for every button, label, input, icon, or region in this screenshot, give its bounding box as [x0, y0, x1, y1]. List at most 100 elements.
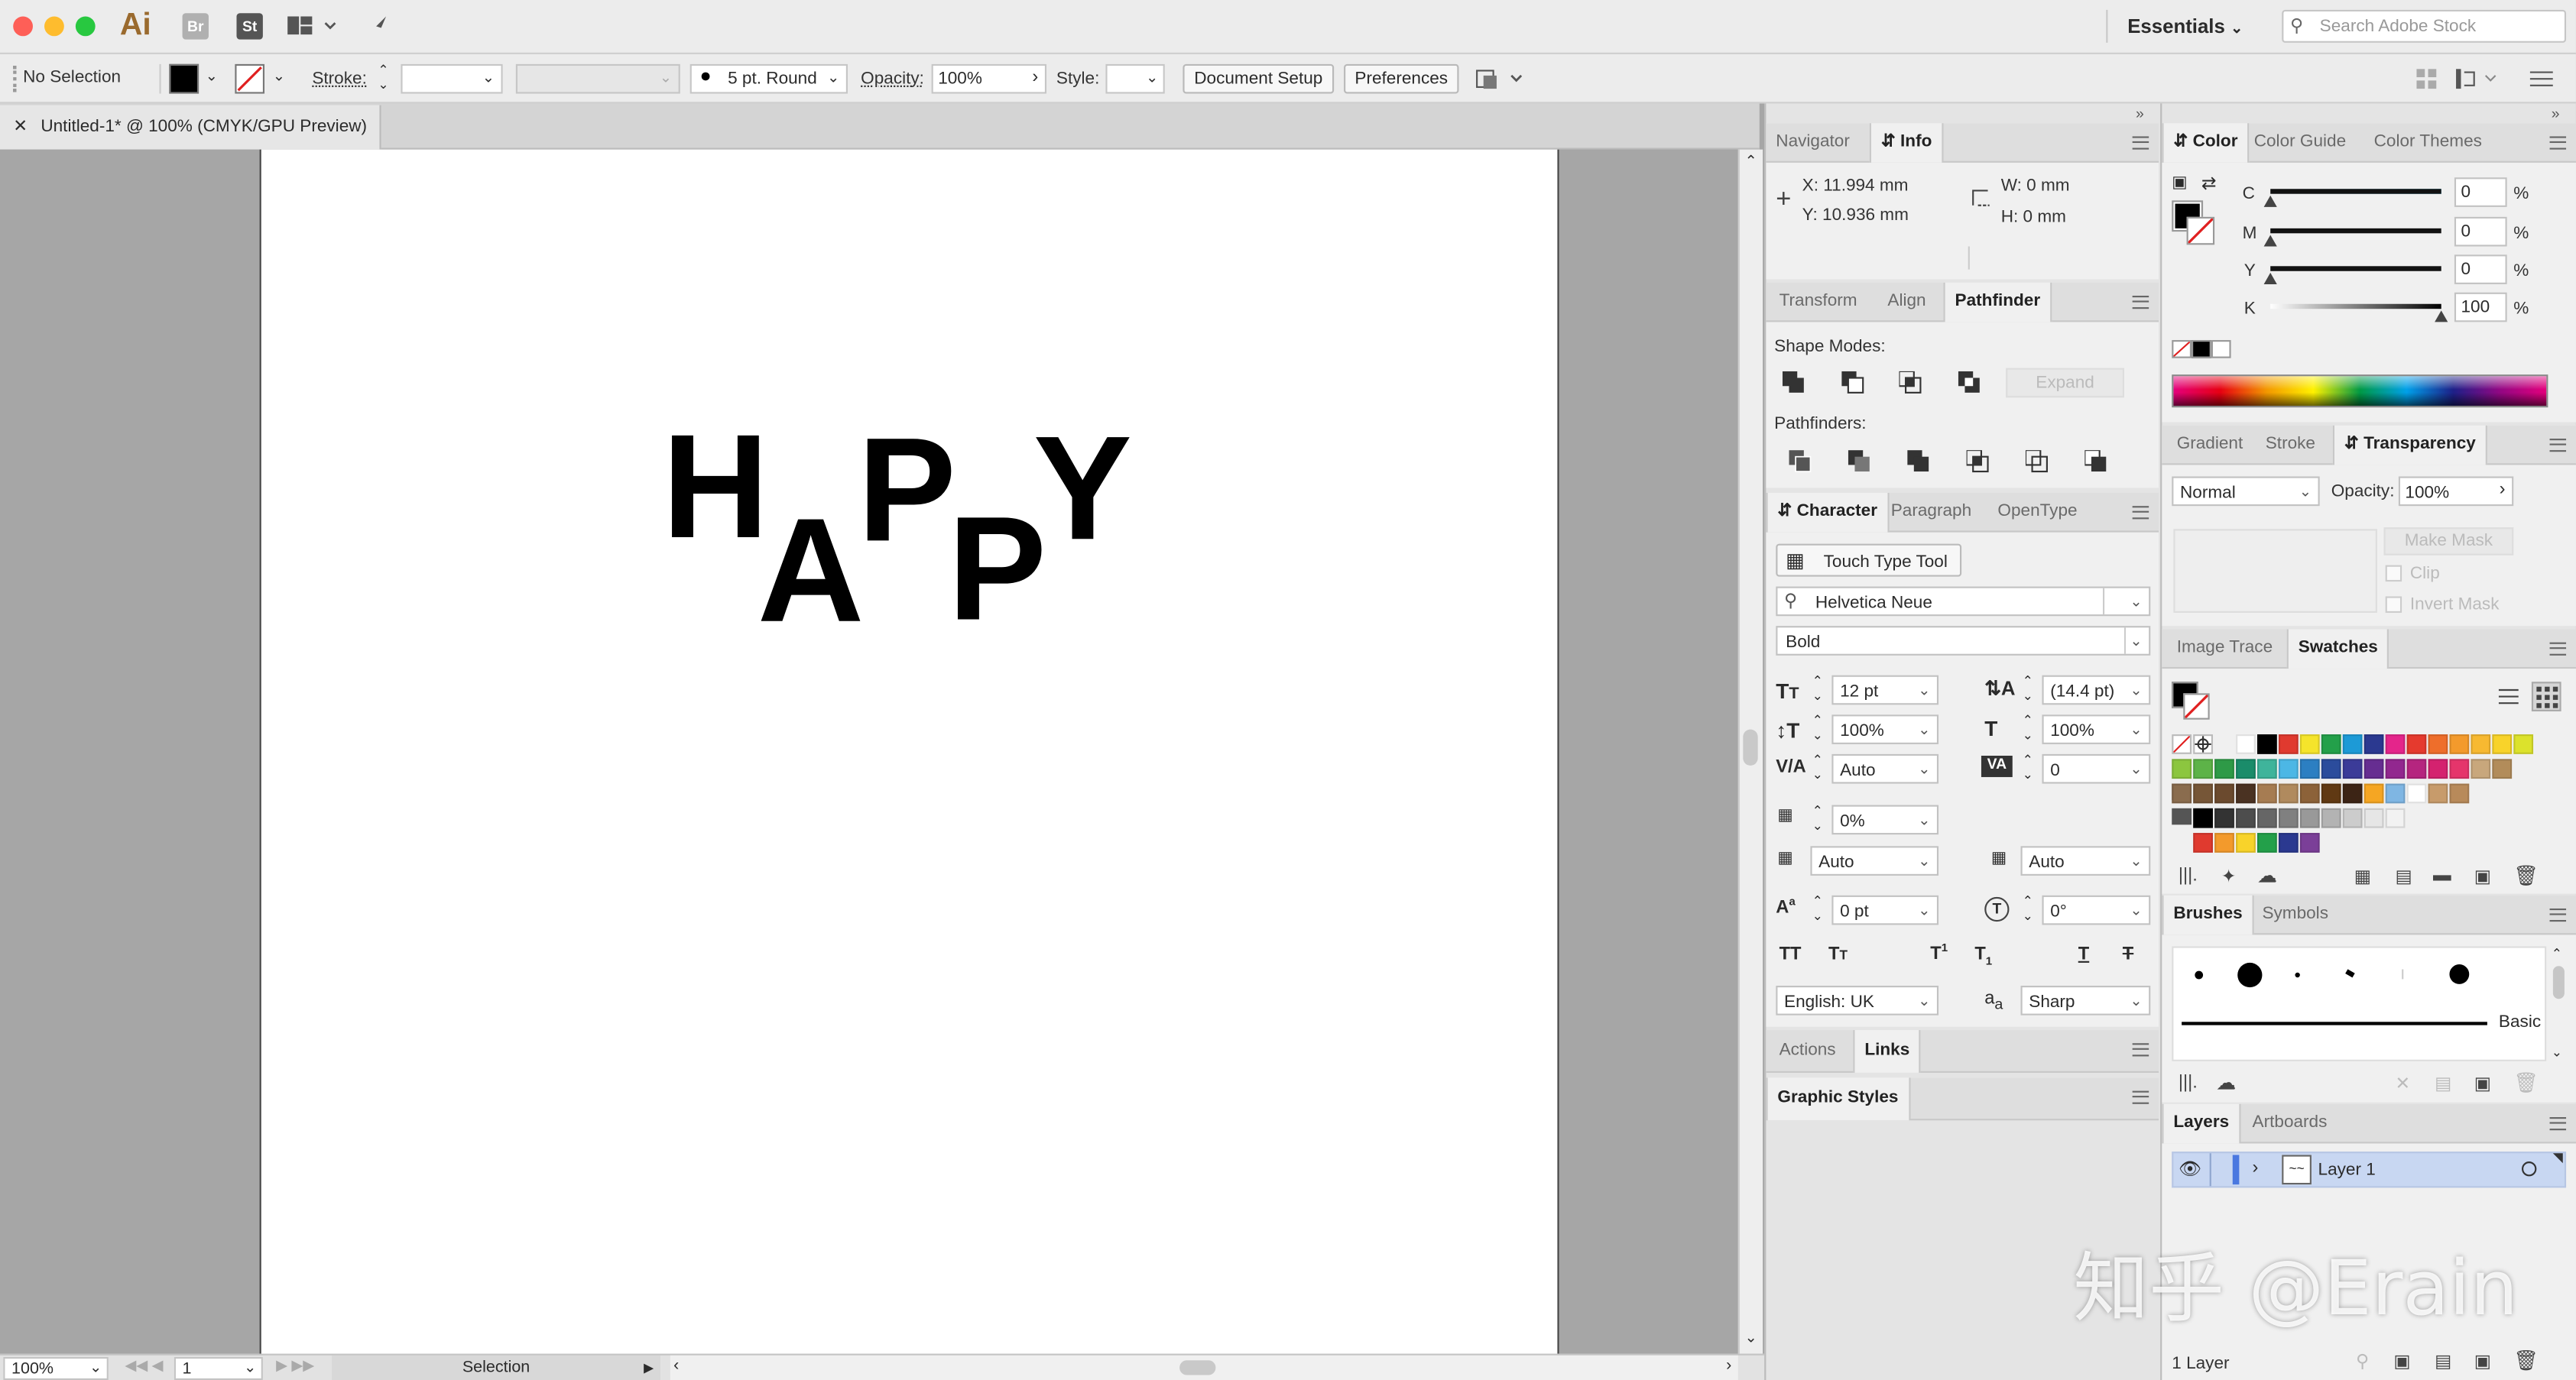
- y-value[interactable]: 0: [2461, 260, 2471, 280]
- stock-search-input[interactable]: ⚲ Search Adobe Stock: [2282, 9, 2567, 43]
- color-swatch[interactable]: [2299, 808, 2320, 828]
- tab-links[interactable]: Links: [1853, 1030, 1922, 1073]
- chevron-down-icon[interactable]: ⌄: [206, 67, 218, 86]
- expand-button[interactable]: Expand: [2006, 368, 2124, 398]
- grid-view-icon[interactable]: [2531, 682, 2561, 711]
- aki-left-dropdown[interactable]: Auto ⌄: [1810, 846, 1939, 876]
- tsume-field[interactable]: 0% ⌄: [1831, 805, 1939, 835]
- color-swatch[interactable]: [2236, 734, 2256, 754]
- registration-swatch[interactable]: [2193, 734, 2213, 754]
- color-swatch[interactable]: [2214, 783, 2234, 804]
- color-swatch[interactable]: [2299, 759, 2320, 779]
- brush-preset[interactable]: [2195, 970, 2204, 980]
- scroll-thumb[interactable]: [1743, 729, 1758, 766]
- zoom-field[interactable]: 100% ⌄: [3, 1356, 109, 1380]
- align-icon[interactable]: [2415, 67, 2438, 96]
- color-swatch[interactable]: [2471, 759, 2491, 779]
- exclude-icon[interactable]: [1958, 371, 1981, 400]
- color-swatch[interactable]: [2428, 734, 2448, 754]
- target-icon[interactable]: [2522, 1161, 2537, 1177]
- preferences-button[interactable]: Preferences: [1344, 63, 1459, 94]
- color-swatch[interactable]: [2385, 783, 2406, 804]
- intersect-icon[interactable]: [1898, 370, 1922, 400]
- color-swatch[interactable]: [2449, 734, 2470, 754]
- brush-preset[interactable]: [2402, 969, 2404, 980]
- black-swatch[interactable]: [2192, 340, 2211, 358]
- new-group-icon[interactable]: ▬: [2433, 866, 2451, 886]
- artboard[interactable]: H A P P Y: [259, 149, 1559, 1354]
- horizontal-scale-field[interactable]: 100% ⌄: [2042, 714, 2151, 744]
- strikethrough-icon[interactable]: T: [2123, 944, 2133, 964]
- color-swatch[interactable]: [2321, 759, 2341, 779]
- horizontal-scrollbar[interactable]: ‹ ›: [670, 1355, 1738, 1380]
- color-swatch[interactable]: [2428, 783, 2448, 804]
- brush-preset[interactable]: [2449, 964, 2470, 984]
- color-swatch[interactable]: [2342, 734, 2363, 754]
- current-tool-status[interactable]: Selection ▶: [332, 1355, 660, 1380]
- basic-brush-stroke[interactable]: [2182, 1022, 2487, 1025]
- stepper[interactable]: ⌃ ⌄: [1812, 674, 1823, 704]
- tab-transparency[interactable]: ⇵ Transparency: [2332, 425, 2487, 465]
- letter-a[interactable]: A: [758, 497, 865, 646]
- font-size-field[interactable]: 12 pt ⌄: [1831, 675, 1939, 705]
- remove-stroke-icon[interactable]: ✕: [2396, 1073, 2411, 1094]
- m-value[interactable]: 0: [2461, 222, 2471, 241]
- document-setup-button[interactable]: Document Setup: [1183, 63, 1335, 94]
- color-swatch[interactable]: [2257, 808, 2277, 828]
- none-swatch[interactable]: [2172, 734, 2192, 754]
- color-swatch[interactable]: [2236, 808, 2256, 828]
- color-swatch[interactable]: [2321, 783, 2341, 804]
- divide-icon[interactable]: [1789, 450, 1812, 478]
- stepper[interactable]: ⌃ ⌄: [1812, 803, 1823, 833]
- baseline-shift-field[interactable]: 0 pt ⌄: [1831, 895, 1939, 925]
- edit-swatch-icon[interactable]: ▦: [2354, 866, 2371, 887]
- collapse-dock-icon[interactable]: »: [2552, 105, 2560, 122]
- tab-paragraph[interactable]: Paragraph: [1881, 493, 1981, 533]
- tab-brushes[interactable]: Brushes: [2162, 895, 2254, 935]
- artboard-field[interactable]: 1 ⌄: [174, 1356, 263, 1380]
- rotation-field[interactable]: 0° ⌄: [2042, 895, 2151, 925]
- crop-icon[interactable]: [1965, 449, 1990, 478]
- stroke-weight-field[interactable]: ⌄: [401, 63, 503, 94]
- expand-layer-icon[interactable]: ›: [2253, 1158, 2259, 1178]
- color-swatch[interactable]: [2299, 734, 2320, 754]
- color-swatch[interactable]: [2321, 734, 2341, 754]
- new-layer-icon[interactable]: ▣: [2474, 1350, 2491, 1372]
- stock-icon[interactable]: St: [236, 13, 263, 40]
- subscript-icon[interactable]: T1: [1974, 944, 1992, 968]
- make-clipping-mask-icon[interactable]: ▣: [2393, 1350, 2410, 1372]
- chevron-down-icon[interactable]: ⌄: [273, 67, 285, 86]
- color-swatch[interactable]: [2492, 759, 2513, 779]
- brush-preset[interactable]: [2295, 972, 2300, 978]
- small-caps-icon[interactable]: TT: [1828, 944, 1848, 964]
- tab-color-themes[interactable]: Color Themes: [2364, 123, 2492, 163]
- all-caps-icon[interactable]: TT: [1780, 944, 1802, 964]
- superscript-icon[interactable]: T1: [1930, 943, 1948, 964]
- color-swatch[interactable]: [2257, 759, 2277, 779]
- language-dropdown[interactable]: English: UK ⌄: [1776, 986, 1939, 1016]
- m-slider-thumb[interactable]: [2263, 235, 2277, 247]
- color-spectrum[interactable]: [2172, 374, 2548, 408]
- color-swatch[interactable]: [2471, 734, 2491, 754]
- color-swatch[interactable]: [2257, 734, 2277, 754]
- panel-menu-icon[interactable]: [2549, 642, 2567, 656]
- stepper[interactable]: ⌃ ⌄: [1812, 894, 1823, 924]
- cloud-library-icon[interactable]: ☁: [2257, 864, 2277, 887]
- clip-checkbox[interactable]: [2385, 565, 2402, 582]
- vertical-scrollbar[interactable]: ⌃ ⌄: [1737, 149, 1763, 1354]
- swatch-options-icon[interactable]: ▤: [2396, 866, 2412, 887]
- maximize-window-button[interactable]: [75, 16, 96, 37]
- trim-icon[interactable]: [1848, 450, 1871, 478]
- color-swatch[interactable]: [2278, 783, 2299, 804]
- color-swatch[interactable]: [2385, 808, 2406, 828]
- color-swatch[interactable]: [2428, 759, 2448, 779]
- color-swatch[interactable]: [2299, 783, 2320, 804]
- brush-library-icon[interactable]: |||.: [2179, 1073, 2198, 1093]
- workspace-switcher[interactable]: Essentials ⌄: [2127, 15, 2243, 37]
- stroke-swatch[interactable]: [235, 63, 265, 94]
- panel-menu-icon[interactable]: [2549, 908, 2567, 922]
- color-swatch[interactable]: [2236, 833, 2256, 853]
- tab-gradient[interactable]: Gradient: [2167, 426, 2253, 465]
- panel-menu-icon[interactable]: [2549, 439, 2567, 452]
- minus-front-icon[interactable]: [1841, 371, 1864, 400]
